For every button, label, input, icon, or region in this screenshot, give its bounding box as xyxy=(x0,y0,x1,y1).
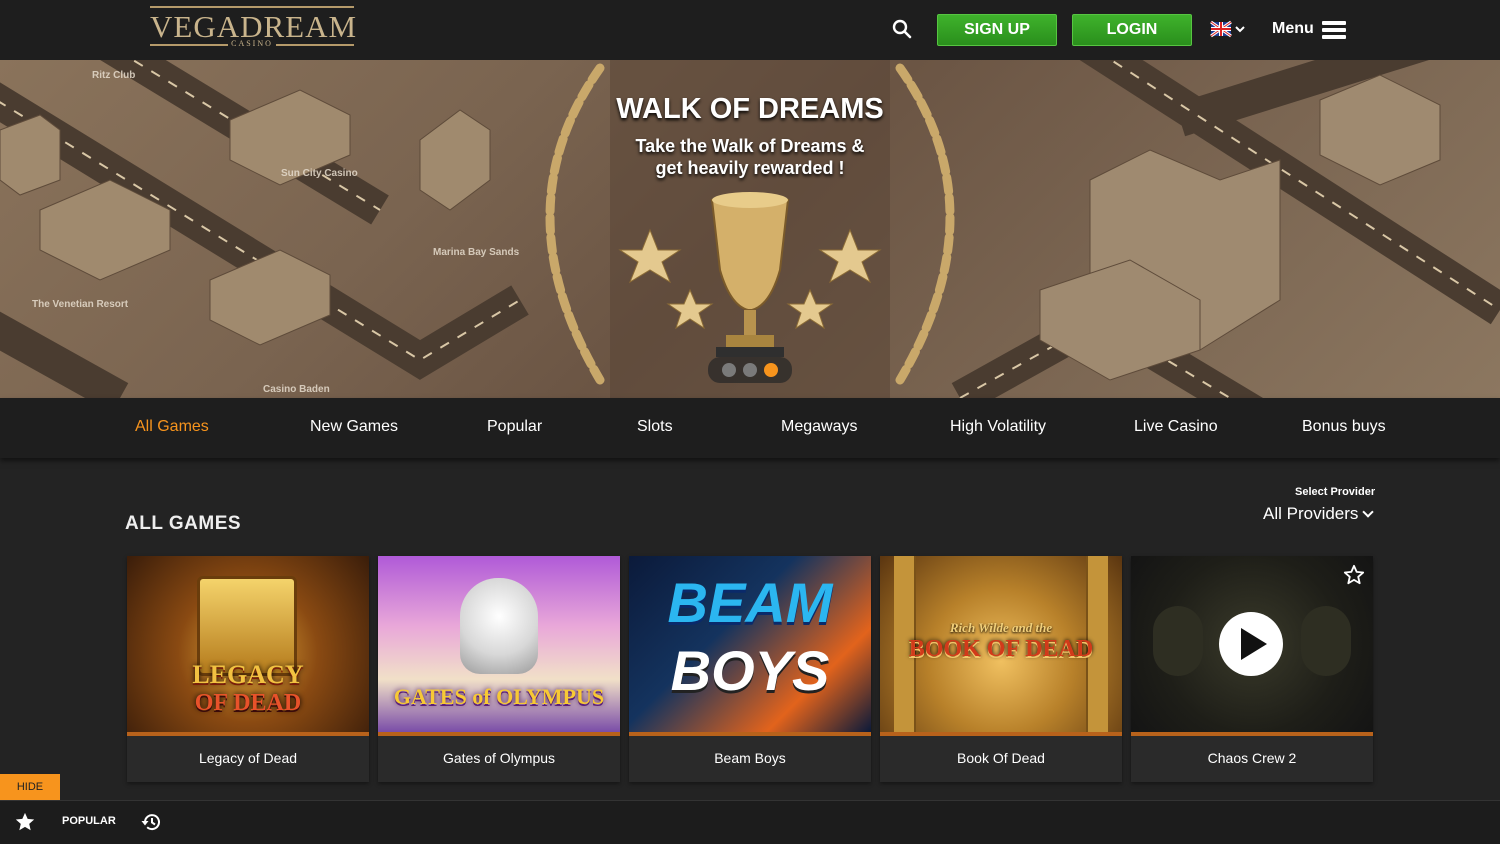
game-name: Chaos Crew 2 xyxy=(1207,750,1297,766)
category-live-casino[interactable]: Live Casino xyxy=(1134,418,1218,436)
play-button[interactable] xyxy=(1219,612,1283,676)
game-art-title: BEAM xyxy=(667,571,833,634)
game-art-title: GATES of OLYMPUS xyxy=(393,684,605,709)
language-selector[interactable] xyxy=(1210,20,1248,40)
play-icon xyxy=(1241,628,1267,660)
menu-button[interactable]: Menu xyxy=(1272,16,1352,44)
category-nav: All Games New Games Popular Slots Megawa… xyxy=(0,398,1500,458)
hide-button[interactable]: HIDE xyxy=(0,774,60,800)
provider-label: Select Provider xyxy=(1295,486,1376,498)
slide-dot-1[interactable] xyxy=(722,363,736,377)
favorite-star-icon[interactable] xyxy=(1343,564,1365,586)
game-art-subtitle: BOOK OF DEAD xyxy=(908,636,1094,662)
category-high-volatility[interactable]: High Volatility xyxy=(950,418,1046,436)
map-label: Marina Bay Sands xyxy=(433,247,520,258)
game-name: Beam Boys xyxy=(714,750,786,766)
search-icon[interactable] xyxy=(890,17,914,41)
slider-dots xyxy=(708,357,792,383)
provider-value: All Providers xyxy=(1263,504,1359,523)
banner-subtitle-line2: get heavily rewarded ! xyxy=(655,158,845,178)
game-name: Legacy of Dead xyxy=(198,750,298,766)
game-thumbnail: GATES of OLYMPUS xyxy=(378,556,620,732)
game-thumbnail: LEGACY OF DEAD xyxy=(127,556,369,732)
game-card[interactable]: LEGACY OF DEAD Legacy of Dead xyxy=(127,556,369,782)
map-label: The Venetian Resort xyxy=(32,299,129,310)
category-new-games[interactable]: New Games xyxy=(310,418,398,436)
game-card[interactable]: Chaos Crew 2 xyxy=(1131,556,1373,782)
map-label: Ritz Club xyxy=(92,70,136,81)
game-art-title: LEGACY xyxy=(192,660,304,689)
game-card[interactable]: BEAM BOYS Beam Boys xyxy=(629,556,871,782)
login-button[interactable]: LOGIN xyxy=(1072,14,1192,46)
history-icon[interactable] xyxy=(140,810,164,834)
slide-dot-2[interactable] xyxy=(743,363,757,377)
header: VEGADREAM CASINO SIGN UP LOGIN Menu xyxy=(0,0,1500,60)
slide-dot-3-active[interactable] xyxy=(764,363,778,377)
favorites-star-icon[interactable] xyxy=(14,811,36,833)
logo[interactable]: VEGADREAM CASINO xyxy=(150,6,356,48)
section-title: ALL GAMES xyxy=(125,513,242,534)
game-name: Book Of Dead xyxy=(957,750,1045,766)
game-card[interactable]: GATES of OLYMPUS Gates of Olympus xyxy=(378,556,620,782)
category-popular[interactable]: Popular xyxy=(487,418,542,436)
hamburger-icon xyxy=(1322,21,1346,39)
hero-banner[interactable]: Ritz Club Sun City Casino Marina Bay San… xyxy=(0,60,1500,398)
category-all-games[interactable]: All Games xyxy=(135,418,209,436)
game-art-title: Rich Wilde and the xyxy=(949,620,1053,635)
map-label: Sun City Casino xyxy=(281,168,358,179)
banner-title: WALK OF DREAMS xyxy=(616,93,884,125)
map-label: Casino Baden xyxy=(263,384,330,395)
game-thumbnail: Rich Wilde and the BOOK OF DEAD xyxy=(880,556,1122,732)
bottom-bar: POPULAR xyxy=(0,800,1500,844)
game-card[interactable]: Rich Wilde and the BOOK OF DEAD Book Of … xyxy=(880,556,1122,782)
popular-tab[interactable]: POPULAR xyxy=(62,815,116,827)
game-art-subtitle: BOYS xyxy=(670,639,830,702)
provider-select[interactable]: All Providers xyxy=(1263,504,1375,524)
banner-subtitle-line1: Take the Walk of Dreams & xyxy=(635,136,865,156)
page: VEGADREAM CASINO SIGN UP LOGIN Menu Ritz… xyxy=(0,0,1500,844)
logo-subtext: CASINO xyxy=(231,39,273,48)
category-bonus-buys[interactable]: Bonus buys xyxy=(1302,418,1386,436)
category-slots[interactable]: Slots xyxy=(637,418,673,436)
category-megaways[interactable]: Megaways xyxy=(781,418,857,436)
chevron-down-icon xyxy=(1362,506,1375,518)
banner-subtitle: Take the Walk of Dreams & get heavily re… xyxy=(600,135,900,179)
signup-button[interactable]: SIGN UP xyxy=(937,14,1057,46)
game-name: Gates of Olympus xyxy=(442,750,556,766)
menu-label: Menu xyxy=(1272,20,1314,37)
game-thumbnail xyxy=(1131,556,1373,732)
uk-flag-icon xyxy=(1210,20,1245,38)
game-thumbnail: BEAM BOYS xyxy=(629,556,871,732)
game-art-subtitle: OF DEAD xyxy=(194,690,302,716)
